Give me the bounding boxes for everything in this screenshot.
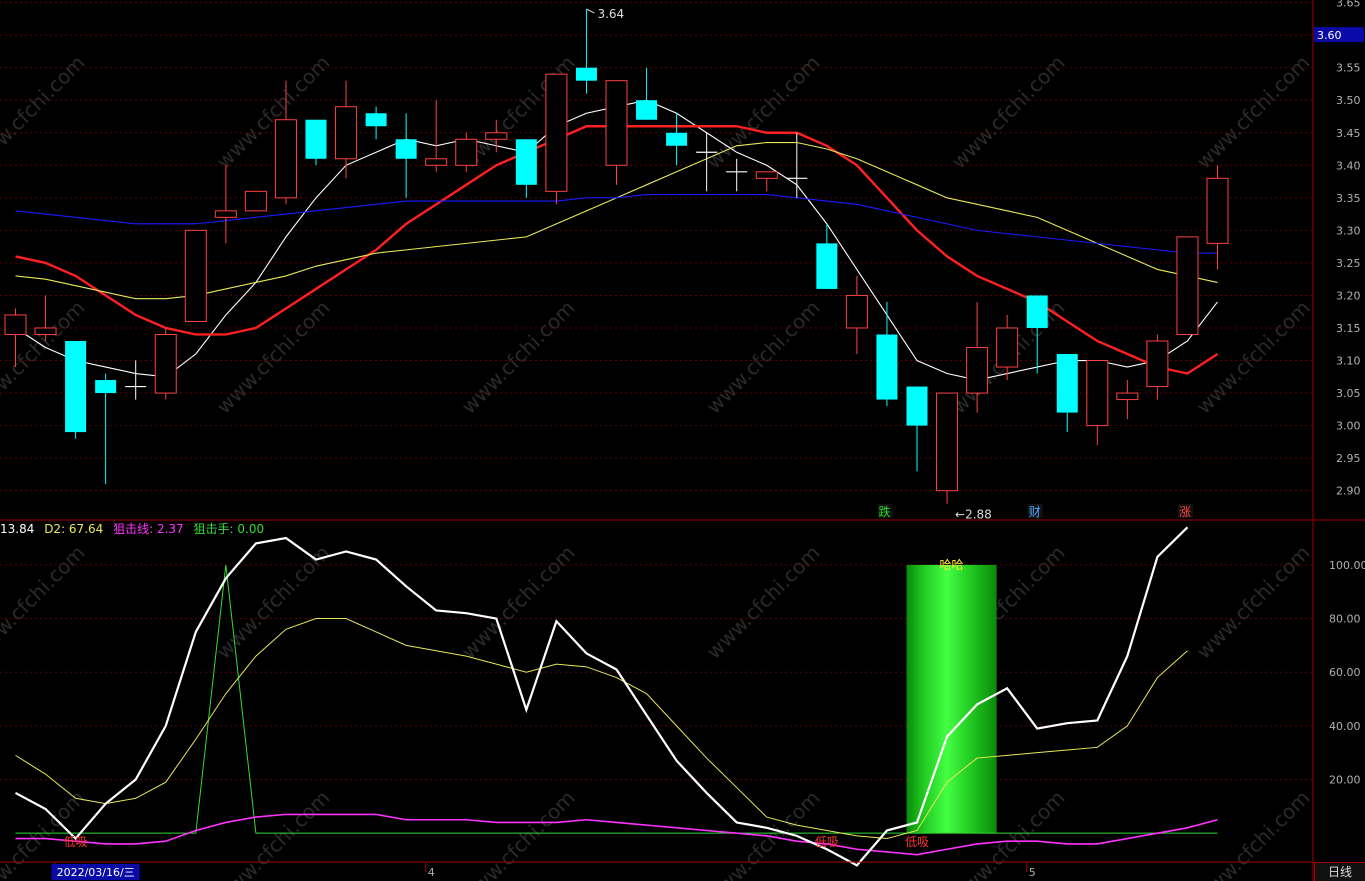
candle-body-down <box>515 139 537 185</box>
price-tick-label: 3.30 <box>1336 224 1361 237</box>
watermark-text: www.cfchi.com <box>212 296 335 419</box>
signal-marker: 跌 <box>878 504 890 519</box>
price-tick-label: 2.90 <box>1336 485 1361 498</box>
candle-body-up <box>4 314 27 335</box>
price-tick-label: 2.95 <box>1336 452 1361 465</box>
indicator-line-4 <box>15 564 1218 834</box>
candle-body-down <box>1056 354 1078 413</box>
indicator-legend: 13.84 D2: 67.64 狙击线: 2.37 狙击手: 0.00 <box>0 520 270 538</box>
candle-body-up <box>214 210 237 218</box>
price-tick-label: 3.65 <box>1336 0 1361 10</box>
indicator-tick-label: 40.00 <box>1329 720 1361 733</box>
candle-body-down <box>906 386 928 426</box>
price-tick-label: 3.05 <box>1336 387 1361 400</box>
high-price-label: 3.64 <box>597 7 624 21</box>
legend-sniper: 狙击手: 0.00 <box>193 522 265 536</box>
watermark-text: www.cfchi.com <box>0 541 90 664</box>
candle-body-down <box>636 100 658 120</box>
time-axis-label: 5 <box>1029 866 1036 879</box>
time-axis-label: 2022/03/16/三 <box>57 866 135 879</box>
indicator-tick-label: 20.00 <box>1329 774 1361 787</box>
candle-body-up <box>485 132 508 140</box>
annotation-layer: 3.64←2.88跌财涨 <box>586 7 1193 522</box>
candle-body-up <box>605 80 628 166</box>
chart-canvas: www.cfchi.com www.cfchi.com www.cfchi.com w… <box>0 0 1365 881</box>
price-tick-label: 3.35 <box>1336 192 1361 205</box>
legend-sniper-line: 狙击线: 2.37 <box>113 522 184 536</box>
watermark-text: www.cfchi.com <box>702 51 825 174</box>
candle-body-down <box>575 67 597 81</box>
indicator-line-2 <box>15 618 1188 840</box>
candle-body-down <box>876 334 898 400</box>
watermark-text: www.cfchi.com <box>1192 541 1315 664</box>
watermark-text: www.cfchi.com <box>1192 51 1315 174</box>
candle-body-down <box>365 113 387 127</box>
watermark-text: www.cfchi.com <box>702 541 825 664</box>
indicator-line-1 <box>14 526 1189 867</box>
watermark-text: www.cfchi.com <box>0 51 90 174</box>
indicator-tick-label: 80.00 <box>1329 613 1361 626</box>
candle-body-down <box>395 139 417 159</box>
indicator-tick-label: 60.00 <box>1329 666 1361 679</box>
candle-body-up <box>1206 177 1229 244</box>
low-buy-label: 低吸 <box>64 835 88 849</box>
candle-body-up <box>274 119 297 199</box>
price-tick-label: 3.45 <box>1336 127 1361 140</box>
signal-marker: 涨 <box>1179 504 1191 519</box>
candle-body-down <box>1026 295 1048 328</box>
candle-body-up <box>455 138 478 166</box>
candle-body-up <box>845 294 868 329</box>
candle-body-down <box>816 243 838 289</box>
candle-body-up <box>936 392 959 492</box>
candle-body-up <box>244 190 267 212</box>
candle-body-up <box>1086 360 1109 427</box>
candle-body-up <box>335 106 358 160</box>
high-marker-arrow <box>586 8 595 14</box>
legend-k-value: 13.84 <box>0 522 35 536</box>
price-tick-label: 3.10 <box>1336 355 1361 368</box>
candle-body-up <box>1146 340 1169 388</box>
candle-body-up <box>755 171 778 179</box>
candle-body-up <box>425 158 448 166</box>
low-buy-label: 低吸 <box>815 835 839 849</box>
candle-body-down <box>65 340 87 433</box>
price-tick-label: 3.40 <box>1336 159 1361 172</box>
candle-body-up <box>1116 392 1139 401</box>
watermark-layer: www.cfchi.com www.cfchi.com www.cfchi.com w… <box>0 51 1315 881</box>
watermark-text: www.cfchi.com <box>947 51 1070 174</box>
candle-body-up <box>545 73 568 192</box>
watermark-text: www.cfchi.com <box>457 296 580 419</box>
candle-body-down <box>666 132 688 146</box>
price-tick-label: 3.55 <box>1336 62 1361 75</box>
legend-d2: D2: 67.64 <box>44 522 104 536</box>
time-axis-label: 4 <box>428 866 435 879</box>
price-tick-label: 3.25 <box>1336 257 1361 270</box>
current-price-label: 3.60 <box>1317 29 1342 42</box>
candle-body-up <box>154 333 177 394</box>
candle-body-down <box>305 119 327 159</box>
candle-body-up <box>966 347 989 394</box>
period-tab-daily[interactable]: 日线 <box>1314 862 1365 881</box>
candle-body-down <box>95 380 117 394</box>
watermark-text: www.cfchi.com <box>702 296 825 419</box>
watermark-text: www.cfchi.com <box>1192 296 1315 419</box>
low-buy-label: 低吸 <box>905 835 929 849</box>
candle-body-up <box>34 327 57 335</box>
watermark-text: www.cfchi.com <box>457 541 580 664</box>
signal-bar-block <box>906 564 997 834</box>
price-tick-label: 3.20 <box>1336 289 1361 302</box>
signal-marker: 财 <box>1029 505 1041 519</box>
candle-body-up <box>184 229 207 322</box>
price-tick-label: 3.50 <box>1336 94 1361 107</box>
candle-body-up <box>1176 236 1199 335</box>
signal-bar-label: 哈哈 <box>940 558 964 572</box>
indicator-tick-label: 100.00 <box>1329 559 1365 572</box>
price-tick-label: 3.00 <box>1336 420 1361 433</box>
candle-body-up <box>996 327 1019 368</box>
price-tick-label: 3.15 <box>1336 322 1361 335</box>
